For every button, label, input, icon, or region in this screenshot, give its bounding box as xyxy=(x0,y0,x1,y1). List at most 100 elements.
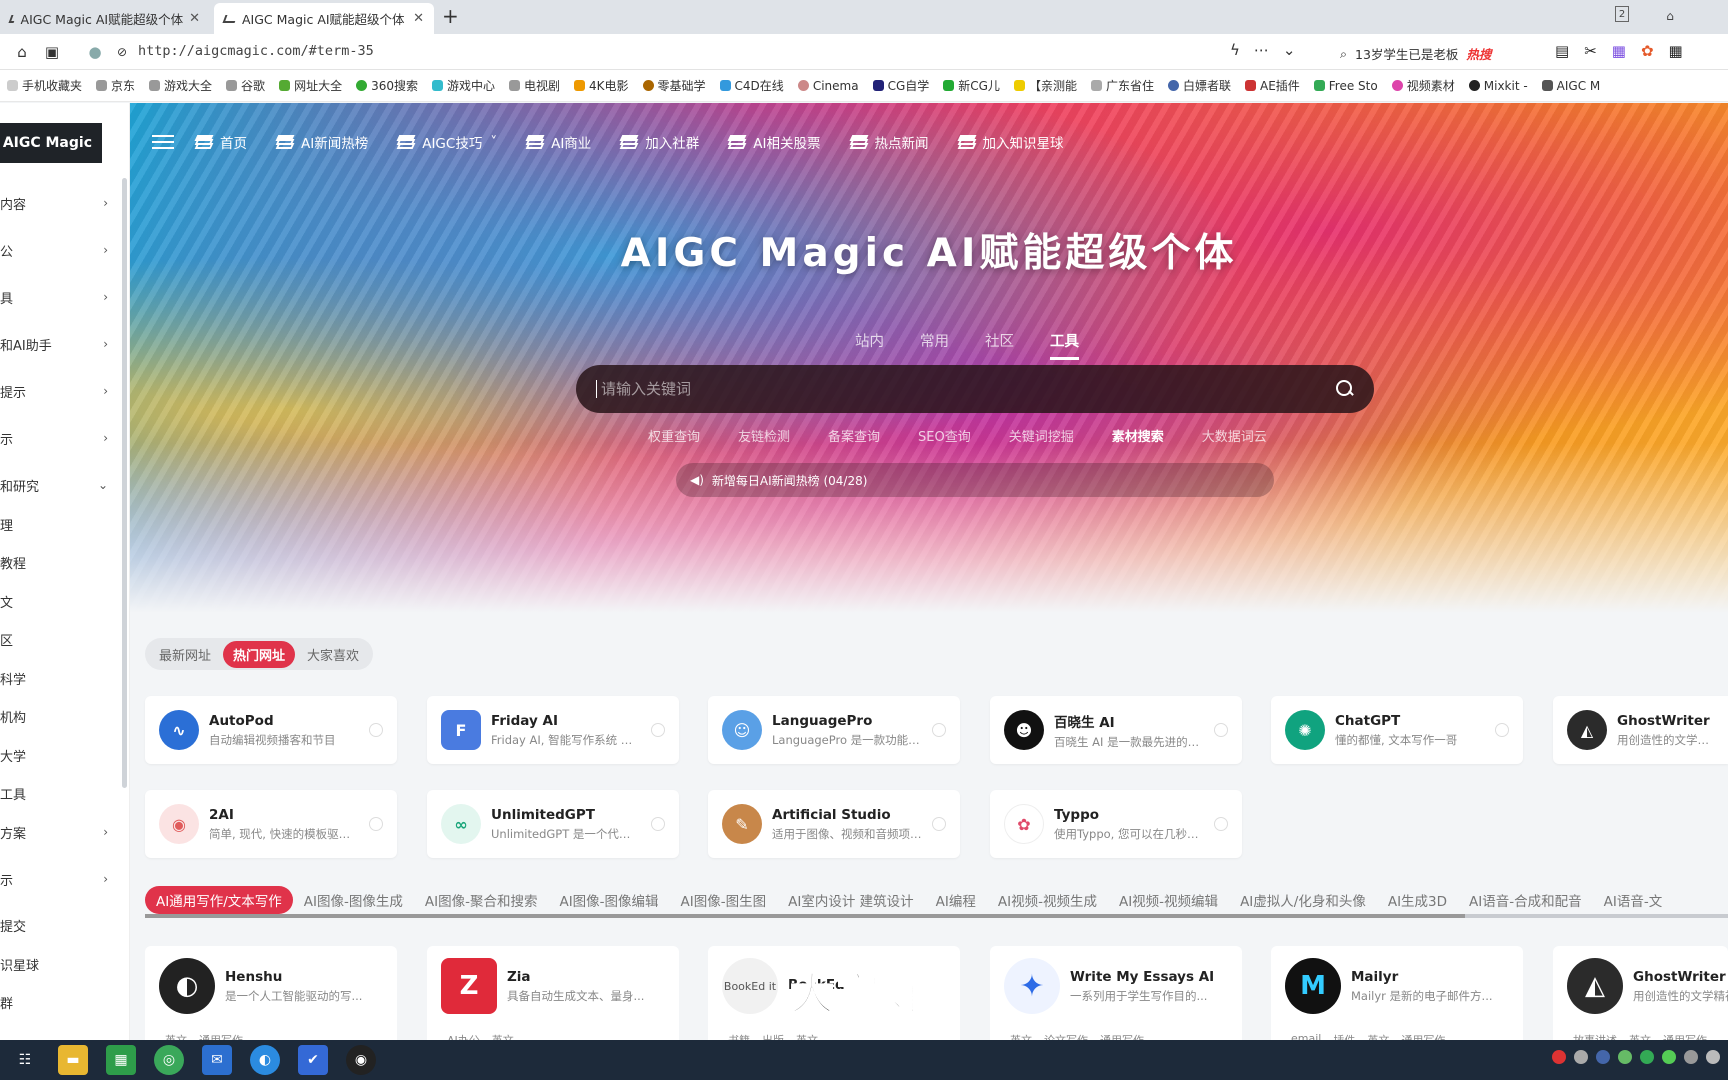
store-icon[interactable]: ▦ xyxy=(106,1045,136,1075)
bookmark-item[interactable]: 手机收藏夹 xyxy=(0,77,89,94)
home-icon[interactable]: ⌂ xyxy=(12,42,32,62)
site-card[interactable]: ∿ AutoPod 自动编辑视频播客和节目 xyxy=(145,696,397,764)
tray-icon[interactable] xyxy=(1552,1050,1566,1064)
sidebar-subitem[interactable]: 文 xyxy=(0,589,122,613)
arrow-icon[interactable] xyxy=(1214,723,1228,737)
site-card[interactable]: ✺ ChatGPT 懂的都懂, 文本写作一哥 xyxy=(1271,696,1523,764)
nav-item[interactable]: 加入知识星球 xyxy=(957,132,1064,152)
sidebar-subitem[interactable]: 理 xyxy=(0,512,122,536)
chevron-down-icon[interactable]: ⌄ xyxy=(1283,41,1296,59)
mail-icon[interactable]: ✉ xyxy=(202,1045,232,1075)
site-logo[interactable]: AIGC Magic xyxy=(0,123,102,163)
arrow-icon[interactable] xyxy=(651,723,665,737)
sidebar-item[interactable]: 和AI助手 › xyxy=(0,332,122,356)
window-count-badge[interactable]: 2 xyxy=(1615,6,1629,22)
game-icon[interactable]: ✿ xyxy=(1641,42,1654,60)
site-card[interactable]: ◭ GhostWriter 用创造性的文学精神 xyxy=(1553,696,1728,764)
site-card[interactable]: ∞ UnlimitedGPT UnlimitedGPT 是一个代理, ... xyxy=(427,790,679,858)
quick-link[interactable]: 权重查询 xyxy=(648,426,700,445)
quick-link[interactable]: 关键词挖掘 xyxy=(1009,426,1074,445)
nav-item[interactable]: 热点新闻 xyxy=(849,132,929,152)
bookmark-item[interactable]: 广东省住 xyxy=(1084,77,1161,94)
sidebar-item[interactable]: 和研究 ⌄ xyxy=(0,473,122,497)
task-view-icon[interactable]: ☷ xyxy=(10,1045,40,1075)
sidebar-item[interactable]: 识星球 xyxy=(0,952,122,976)
tool-card[interactable]: MMailyrMailyr 是新的电子邮件方... email插件英文通用写作 xyxy=(1271,946,1523,1046)
hamburger-menu-icon[interactable] xyxy=(152,135,174,149)
notice-bar[interactable]: ◀) 新增每日AI新闻热榜 (04/28) xyxy=(676,463,1274,497)
site-tab[interactable]: 大家喜欢 xyxy=(297,641,369,668)
tray-icon[interactable] xyxy=(1618,1050,1632,1064)
bookmark-item[interactable]: 360搜索 xyxy=(349,77,425,94)
site-card[interactable]: ☻ 百晓生 AI 百晓生 AI 是一款最先进的量... xyxy=(990,696,1242,764)
extension-icon[interactable]: ▦ xyxy=(1612,42,1626,60)
browser-tab[interactable]: AIGC Magic AI赋能超级个体 ✕ xyxy=(0,3,210,34)
category-tab[interactable]: AI语音-合成和配音 xyxy=(1458,886,1593,914)
category-tab[interactable]: AI图像-图像生成 xyxy=(293,886,414,914)
nav-item[interactable]: AI相关股票 xyxy=(727,132,821,152)
site-card[interactable]: F Friday AI Friday AI, 智能写作系统 让... xyxy=(427,696,679,764)
nav-item[interactable]: 加入社群 xyxy=(619,132,699,152)
category-tab[interactable]: AI虚拟人/化身和头像 xyxy=(1229,886,1377,914)
category-tab[interactable]: AI语音-文 xyxy=(1593,886,1674,914)
bookmark-item[interactable]: 【亲测能 xyxy=(1007,77,1084,94)
url-field[interactable]: http://aigcmagic.com/#term-35 xyxy=(138,43,374,59)
bookmark-item[interactable]: AIGC M xyxy=(1535,79,1608,93)
bookmark-item[interactable]: 京东 xyxy=(89,77,142,94)
arrow-icon[interactable] xyxy=(1495,723,1509,737)
edge-icon[interactable]: ◐ xyxy=(250,1045,280,1075)
browser-icon[interactable]: ◎ xyxy=(154,1045,184,1075)
sidebar-item[interactable]: 示 › xyxy=(0,426,122,450)
quick-link[interactable]: 友链检测 xyxy=(738,426,790,445)
arrow-icon[interactable] xyxy=(1214,817,1228,831)
site-tab-active[interactable]: 热门网址 xyxy=(223,640,296,668)
microphone-icon[interactable] xyxy=(1574,1050,1588,1064)
bookmark-item[interactable]: CG自学 xyxy=(866,77,937,94)
arrow-icon[interactable] xyxy=(369,723,383,737)
site-card[interactable]: ◉ 2AI 简单, 现代, 快速的模板驱动... xyxy=(145,790,397,858)
category-tab-active[interactable]: AI通用写作/文本写作 xyxy=(145,886,293,914)
quick-link[interactable]: SEO查询 xyxy=(918,426,971,445)
site-card[interactable]: ✎ Artificial Studio 适用于图像、视频和音频项目... xyxy=(708,790,960,858)
search-tab-active[interactable]: 工具 xyxy=(1050,330,1079,360)
bookmark-item[interactable]: 新CG儿 xyxy=(936,77,1007,94)
sidebar-subitem[interactable]: 机构 xyxy=(0,704,122,728)
search-input[interactable] xyxy=(596,380,1336,398)
new-tab-button[interactable]: + xyxy=(442,4,459,28)
tool-card[interactable]: ZZia具备自动生成文本、量身... AI办公英文 xyxy=(427,946,679,1046)
browser-tab-active[interactable]: AIGC Magic AI赋能超级个体 ✕ xyxy=(214,3,434,34)
site-card[interactable]: ✿ Typpo 使用Typpo, 您可以在几秒钟... xyxy=(990,790,1242,858)
steam-icon[interactable] xyxy=(1596,1050,1610,1064)
arrow-icon[interactable] xyxy=(932,723,946,737)
app-icon[interactable]: ✔ xyxy=(298,1045,328,1075)
category-tab[interactable]: AI视频-视频生成 xyxy=(987,886,1108,914)
category-tab[interactable]: AI视频-视频编辑 xyxy=(1108,886,1229,914)
sidebar-subitem[interactable]: 科学 xyxy=(0,666,122,690)
briefcase-icon[interactable]: ▣ xyxy=(42,42,62,62)
sidebar-subitem[interactable]: 工具 xyxy=(0,781,122,805)
bookmark-item[interactable]: 白嫖者联 xyxy=(1161,77,1238,94)
quick-link-active[interactable]: 素材搜索 xyxy=(1112,426,1164,445)
search-icon[interactable] xyxy=(1336,380,1354,398)
insecure-icon[interactable]: ⊘ xyxy=(112,42,132,62)
bookmark-item[interactable]: 视频素材 xyxy=(1385,77,1462,94)
close-tab-icon[interactable]: ✕ xyxy=(413,11,424,26)
sidebar-item[interactable]: 内容 › xyxy=(0,191,122,215)
search-tab[interactable]: 站内 xyxy=(855,330,884,360)
quick-link[interactable]: 备案查询 xyxy=(828,426,880,445)
sidebar-scrollbar[interactable] xyxy=(122,178,127,788)
bookmark-item[interactable]: C4D在线 xyxy=(713,77,791,94)
scissors-icon[interactable]: ✂ xyxy=(1584,42,1597,60)
sidebar-item[interactable]: 具 › xyxy=(0,285,122,309)
sidebar-item[interactable]: 方案 › xyxy=(0,820,122,844)
tool-card[interactable]: ✦Write My Essays AI一系列用于学生写作目的... 英文论文写作… xyxy=(990,946,1242,1046)
category-tab[interactable]: AI编程 xyxy=(925,886,987,914)
category-tab[interactable]: AI图像-图像编辑 xyxy=(548,886,669,914)
sidebar-item[interactable]: 群 xyxy=(0,990,122,1014)
bookmark-item[interactable]: 电视剧 xyxy=(502,77,567,94)
search-tab[interactable]: 社区 xyxy=(985,330,1014,360)
nav-item[interactable]: AI新闻热榜 xyxy=(275,132,368,152)
category-tab[interactable]: AI室内设计 建筑设计 xyxy=(777,886,925,914)
file-explorer-icon[interactable]: ▬ xyxy=(58,1045,88,1075)
quick-link[interactable]: 大数据词云 xyxy=(1202,426,1267,445)
